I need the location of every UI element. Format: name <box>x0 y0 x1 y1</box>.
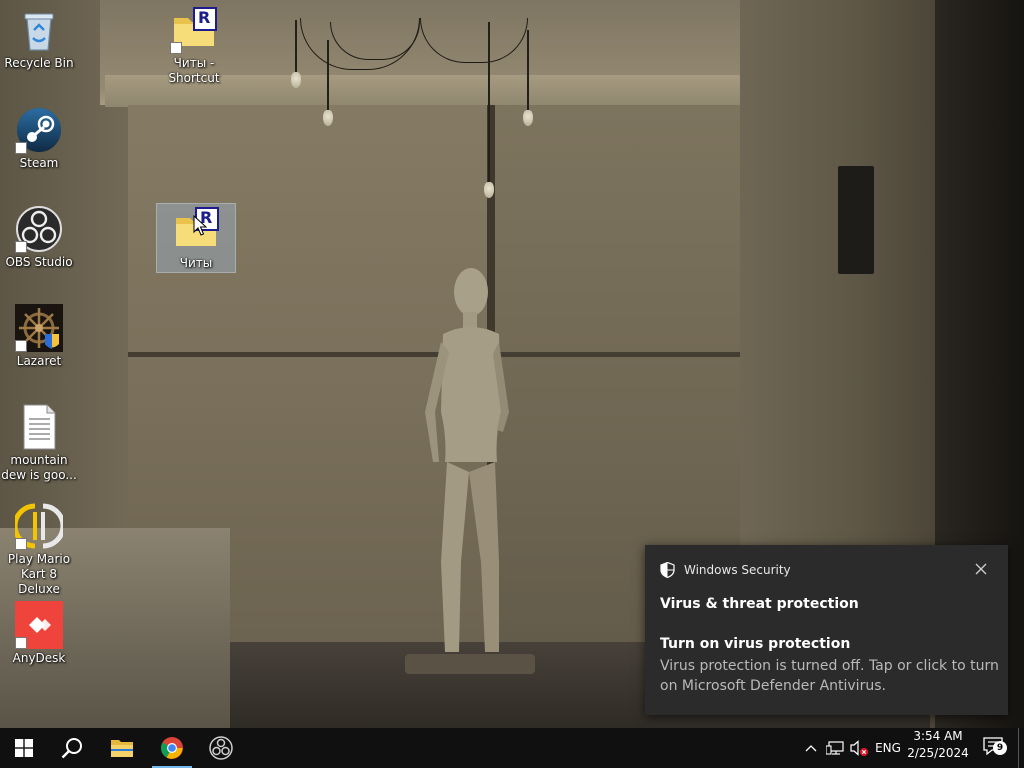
clock-button[interactable]: 3:54 AM 2/25/2024 <box>906 728 970 768</box>
taskbar-file-explorer[interactable] <box>98 728 146 768</box>
desktop-icon-label: Recycle Bin <box>4 56 74 70</box>
obs-icon <box>15 205 63 253</box>
wallpaper-speaker <box>838 166 874 274</box>
taskbar: ENG 3:54 AM 2/25/2024 9 <box>0 728 1024 768</box>
desktop-icon-label: AnyDesk <box>12 651 66 665</box>
show-desktop-button[interactable] <box>1018 728 1024 768</box>
shortcut-arrow-icon <box>15 241 27 253</box>
folder-badge: R <box>198 8 211 27</box>
toast-title: Virus & threat protection <box>660 596 859 612</box>
start-button[interactable] <box>0 728 48 768</box>
recycle-bin-icon <box>15 6 63 54</box>
toast-body: Virus protection is turned off. Tap or c… <box>660 658 999 694</box>
taskbar-chrome[interactable] <box>148 728 196 768</box>
desktop-icon-obs-studio[interactable]: OBS Studio <box>0 205 78 270</box>
wallpaper-cord <box>488 22 490 182</box>
wallpaper-mannequin <box>405 268 535 674</box>
anydesk-icon <box>15 601 63 649</box>
search-button[interactable] <box>48 728 96 768</box>
yuzu-icon <box>12 502 66 550</box>
shortcut-arrow-icon <box>15 340 27 352</box>
steam-icon <box>15 106 63 154</box>
file-explorer-icon <box>111 740 133 757</box>
desktop-icon-label: Читы - Shortcut <box>168 56 220 85</box>
chrome-icon <box>161 737 183 759</box>
toast-app-name: Windows Security <box>684 563 791 577</box>
wallpaper-cord <box>327 40 329 112</box>
shortcut-arrow-icon <box>15 637 27 649</box>
show-hidden-icons-button[interactable] <box>800 728 822 768</box>
folder-shortcut-icon: R <box>170 6 218 54</box>
clock-date: 2/25/2024 <box>907 746 969 760</box>
desktop-icon-label: Читы <box>179 256 213 270</box>
desktop-icon-label: OBS Studio <box>5 255 73 269</box>
desktop-icon-label: Lazaret <box>16 354 62 368</box>
start-icon <box>15 739 33 757</box>
desktop-icon-steam[interactable]: Steam <box>0 106 78 171</box>
clock-time: 3:54 AM <box>913 729 963 743</box>
lazaret-icon <box>15 304 63 352</box>
obs-icon <box>209 736 233 760</box>
search-icon <box>61 738 82 759</box>
desktop-icon-mario-kart[interactable]: Play Mario Kart 8 Deluxe <box>0 502 78 597</box>
desktop-icon-recycle-bin[interactable]: Recycle Bin <box>0 6 78 71</box>
wallpaper-bulb <box>323 110 333 126</box>
taskbar-obs[interactable] <box>197 728 245 768</box>
close-icon[interactable] <box>974 562 988 576</box>
action-center-button[interactable]: 9 <box>978 728 1010 768</box>
toast-header: Windows Security <box>660 562 791 578</box>
volume-button[interactable] <box>847 728 871 768</box>
desktop-icon-label: Steam <box>19 156 59 170</box>
desktop-icon-label: mountain dew is goo... <box>1 453 77 482</box>
notification-count-badge: 9 <box>993 741 1007 755</box>
shield-icon <box>660 562 675 578</box>
wallpaper-bulb <box>523 110 533 126</box>
network-icon <box>826 741 844 755</box>
wallpaper-cord <box>295 20 297 72</box>
desktop-icon-anydesk[interactable]: AnyDesk <box>0 601 78 666</box>
windows-security-toast[interactable]: Windows Security Virus & threat protecti… <box>645 545 1008 715</box>
mouse-cursor-icon <box>193 215 207 236</box>
toast-subtitle: Turn on virus protection <box>660 636 851 652</box>
desktop-icon-mountain-dew-file[interactable]: mountain dew is goo... <box>0 403 78 483</box>
shortcut-arrow-icon <box>15 538 27 550</box>
desktop-icon-lazaret[interactable]: Lazaret <box>0 304 78 369</box>
input-language-button[interactable]: ENG <box>872 728 904 768</box>
shortcut-arrow-icon <box>15 142 27 154</box>
shortcut-arrow-icon <box>170 42 182 54</box>
wallpaper-bulb <box>484 182 494 198</box>
chevron-up-icon <box>805 745 817 752</box>
desktop-icon-label: Play Mario Kart 8 Deluxe <box>7 552 71 596</box>
network-button[interactable] <box>823 728 847 768</box>
desktop-icon-cheats-shortcut[interactable]: R Читы - Shortcut <box>155 6 233 86</box>
volume-muted-icon <box>850 740 868 756</box>
text-file-icon <box>15 403 63 451</box>
wallpaper-cord <box>527 30 529 110</box>
wallpaper-bulb <box>291 72 301 88</box>
